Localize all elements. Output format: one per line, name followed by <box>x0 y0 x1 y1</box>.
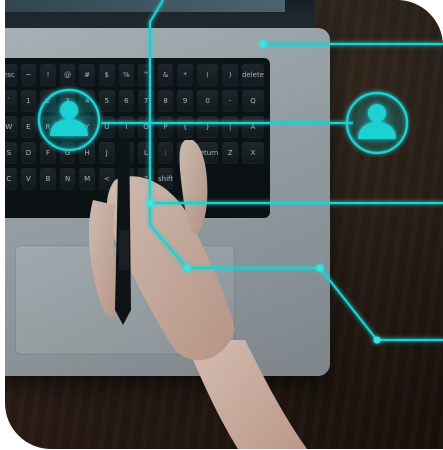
connector-line-main <box>148 0 443 342</box>
node-dot <box>183 264 191 272</box>
node-dot <box>316 264 324 272</box>
photo-frame: esc~!@#$%^&*()delete`1234567890-QWERTYUI… <box>5 0 443 449</box>
user-icon <box>345 91 409 155</box>
node-dot <box>259 40 267 48</box>
connector-lines <box>101 0 443 342</box>
node-dots <box>146 40 381 344</box>
network-overlay <box>37 0 443 344</box>
node-dot <box>146 199 154 207</box>
user-icon <box>37 88 101 152</box>
node-dot <box>373 336 381 344</box>
